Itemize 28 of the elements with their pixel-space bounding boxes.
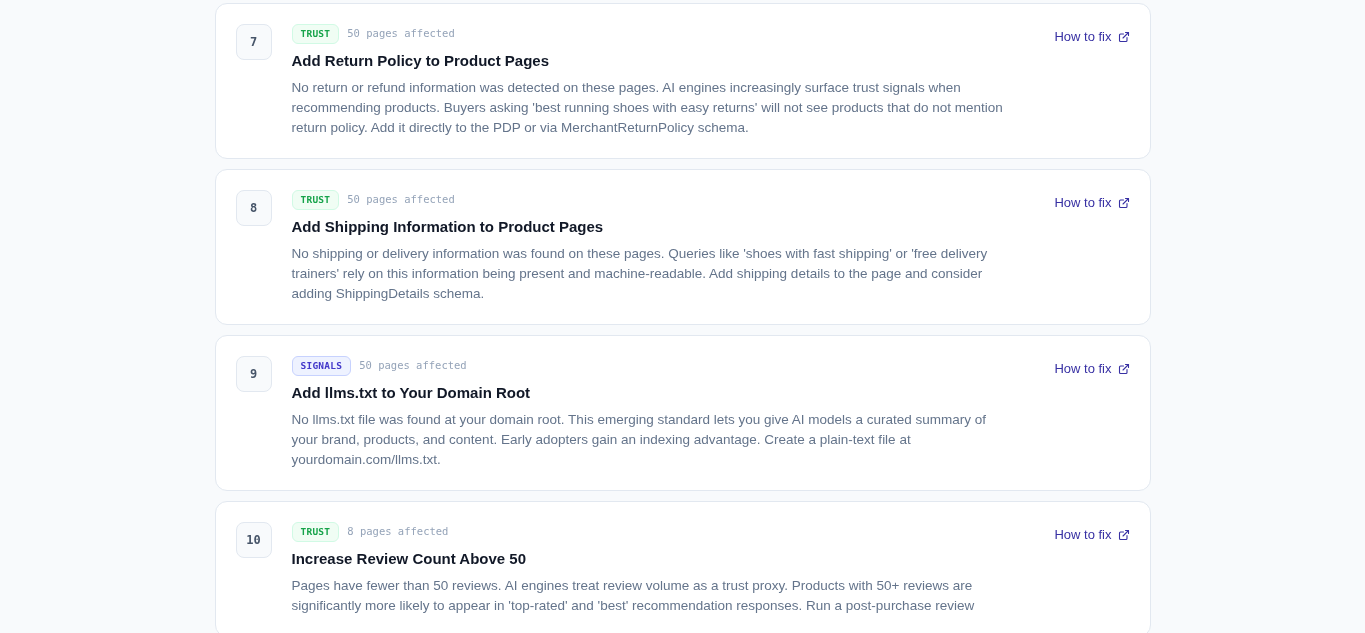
pages-affected-count: 50 pages affected xyxy=(347,192,455,208)
how-to-fix-link[interactable]: How to fix xyxy=(1054,29,1130,45)
category-tag: TRUST xyxy=(291,522,340,542)
external-link-icon xyxy=(1117,31,1130,43)
issue-description: No shipping or delivery information was found on these pages. Queries like 'shoes with fast shipping' or 'free delivery trainers' rely on this information being present and machine-readable. Add shipping details to the page and consider adding ShippingDetails schema. xyxy=(291,245,989,303)
issue-number: 9 xyxy=(235,356,272,392)
issue-title: Add llms.txt to Your Domain Root xyxy=(291,383,532,403)
issue-description: No return or refund information was detected on these pages. AI engines increasingly surface trust signals when recommending products. Buyers asking 'best running shoes with easy returns' will not see products that do not mention return policy. Add it directly to the PDP or via MerchantReturnPolicy schema. xyxy=(291,79,1004,137)
issue-description: No llms.txt file was found at your domain root. This emerging standard lets you give AI models a curated summary of your brand, products, and content. Early adopters gain an indexing advantage. Create a plain-text file at yourdomain.com/llms.txt. xyxy=(291,411,988,469)
pages-affected-count: 8 pages affected xyxy=(347,524,449,540)
issue-number: 8 xyxy=(235,190,272,226)
category-tag: TRUST xyxy=(291,190,340,210)
issue-number: 10 xyxy=(235,522,272,558)
issue-title: Add Shipping Information to Product Pages xyxy=(291,217,605,237)
issue-title: Increase Review Count Above 50 xyxy=(291,549,528,569)
category-tag: SIGNALS xyxy=(291,356,352,376)
how-to-fix-link[interactable]: How to fix xyxy=(1054,527,1130,543)
pages-affected-count: 50 pages affected xyxy=(347,26,455,42)
external-link-icon xyxy=(1117,529,1130,541)
issue-title: Add Return Policy to Product Pages xyxy=(291,51,551,71)
external-link-icon xyxy=(1117,197,1130,209)
issue-description: Pages have fewer than 50 reviews. AI engines treat review volume as a trust proxy. Products with 50+ reviews are significantly more likely to appear in 'top-rated' and 'best' recommendation responses. Run a post-purchase review xyxy=(291,577,976,615)
external-link-icon xyxy=(1117,363,1130,375)
issue-number: 7 xyxy=(235,24,272,60)
category-tag: TRUST xyxy=(291,24,340,44)
pages-affected-count: 50 pages affected xyxy=(359,358,467,374)
how-to-fix-link[interactable]: How to fix xyxy=(1054,361,1130,377)
how-to-fix-link[interactable]: How to fix xyxy=(1054,195,1130,211)
